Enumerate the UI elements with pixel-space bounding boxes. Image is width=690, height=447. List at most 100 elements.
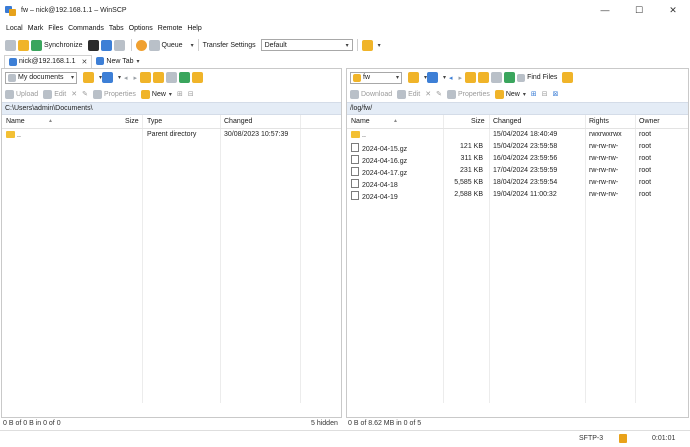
table-row[interactable]: 2024-04-17.gz 231 KB 17/04/2024 23:59:59…	[347, 165, 688, 177]
root-directory-icon[interactable]	[478, 72, 490, 83]
synchronize-icon[interactable]	[31, 39, 42, 51]
tab-session[interactable]: nick@192.168.1.1 ✕	[4, 54, 93, 68]
menu-files[interactable]: Files	[48, 25, 63, 32]
properties-button[interactable]: Properties	[446, 89, 490, 99]
back-icon[interactable]: ◂	[449, 74, 453, 82]
column-rights[interactable]: Rights	[589, 118, 609, 125]
table-row[interactable]: 2024-04-18 5,585 KB 18/04/2024 23:59:54 …	[347, 177, 688, 189]
rename-icon[interactable]: ✎	[82, 90, 88, 98]
local-location-select[interactable]: My documents ▾	[5, 71, 77, 84]
delete-icon[interactable]: ✕	[71, 90, 77, 98]
open-directory-icon[interactable]	[408, 72, 419, 83]
back-icon[interactable]: ◂	[124, 74, 128, 82]
invert-selection-icon[interactable]: ⊠	[553, 90, 559, 98]
transfer-settings-select[interactable]: Default ▾	[260, 39, 353, 51]
putty-icon[interactable]	[100, 39, 112, 51]
close-tab-icon[interactable]: ✕	[82, 58, 88, 66]
column-type[interactable]: Type	[147, 118, 162, 125]
menu-local[interactable]: Local	[6, 25, 23, 32]
preferences-icon[interactable]	[135, 39, 147, 51]
menu-options[interactable]: Options	[129, 25, 153, 32]
menu-mark[interactable]: Mark	[28, 25, 44, 32]
table-row[interactable]: 2024-04-15.gz 121 KB 15/04/2024 23:59:58…	[347, 141, 688, 153]
winscp-icon	[5, 5, 16, 16]
maximize-button[interactable]: ☐	[622, 0, 656, 20]
properties-icon	[93, 89, 102, 99]
find-icon[interactable]	[192, 72, 204, 83]
download-button[interactable]: Download	[350, 89, 392, 99]
chevron-down-icon[interactable]: ▾	[118, 74, 121, 81]
forward-icon[interactable]: ▸	[459, 74, 463, 82]
parent-directory-icon[interactable]	[140, 72, 152, 83]
edit-icon	[397, 89, 407, 99]
forward-icon[interactable]: ▸	[134, 74, 138, 82]
menu-help[interactable]: Help	[187, 25, 201, 32]
filter-icon[interactable]	[427, 72, 439, 83]
column-changed[interactable]: Changed	[493, 118, 521, 125]
new-button[interactable]: New ▾	[140, 89, 172, 99]
home-icon[interactable]	[491, 72, 503, 83]
bookmark-icon[interactable]	[562, 72, 574, 83]
remote-file-list[interactable]: ▲ Name Size Changed Rights Owner .. 15/0…	[347, 115, 688, 403]
chevron-down-icon[interactable]: ▾	[137, 58, 140, 65]
home-icon[interactable]	[166, 72, 178, 83]
chevron-down-icon[interactable]: ▾	[378, 42, 381, 49]
terminal-icon[interactable]	[87, 39, 99, 51]
edit-button[interactable]: Edit	[397, 89, 420, 99]
column-size[interactable]: Size	[125, 118, 139, 125]
filter-icon[interactable]	[102, 72, 114, 83]
rename-icon[interactable]: ✎	[436, 90, 442, 98]
column-owner[interactable]: Owner	[639, 118, 660, 125]
queue-button[interactable]: Queue	[162, 42, 183, 49]
column-name[interactable]: Name	[6, 118, 25, 125]
select-all-icon[interactable]: ⊞	[177, 90, 183, 98]
file-name: 2024-04-17.gz	[362, 170, 408, 177]
edit-button[interactable]: Edit	[43, 89, 66, 99]
find-files-button[interactable]: Find Files	[527, 74, 557, 81]
queue-dropdown-icon[interactable]: ▾	[191, 42, 194, 49]
unselect-icon[interactable]: ⊟	[188, 90, 194, 98]
refresh-icon[interactable]	[504, 72, 516, 83]
transfer-settings-icon[interactable]	[361, 39, 373, 51]
toolbar-divider	[197, 39, 199, 51]
synchronize-button[interactable]: Synchronize	[44, 42, 83, 49]
table-row[interactable]: .. Parent directory 30/08/2023 10:57:39	[2, 129, 341, 141]
compare-directories-icon[interactable]	[18, 39, 29, 51]
refresh-icon[interactable]	[179, 72, 191, 83]
file-name: ..	[362, 132, 366, 139]
file-rights: rw-rw-rw-	[589, 155, 619, 162]
minimize-button[interactable]: —	[588, 0, 622, 20]
column-size[interactable]: Size	[471, 118, 485, 125]
chevron-down-icon[interactable]: ▾	[443, 74, 446, 81]
column-name[interactable]: Name	[351, 118, 370, 125]
close-button[interactable]: ✕	[656, 0, 690, 20]
remote-panel: fw ▾ ▾ ▾ ◂ ▸ Find Files Download Edit ✕ …	[346, 68, 689, 418]
menu-tabs[interactable]: Tabs	[109, 25, 124, 32]
table-row[interactable]: .. 15/04/2024 18:40:49 rwxrwxrwx root	[347, 129, 688, 141]
file-rights: rw-rw-rw-	[589, 167, 619, 174]
parent-directory-icon[interactable]	[465, 72, 477, 83]
menu-commands[interactable]: Commands	[68, 25, 104, 32]
properties-button[interactable]: Properties	[93, 89, 136, 99]
table-row[interactable]: 2024-04-19 2,588 KB 19/04/2024 11:00:32 …	[347, 189, 688, 201]
open-directory-icon[interactable]	[83, 72, 94, 83]
unselect-icon[interactable]: ⊟	[542, 90, 548, 98]
upload-button[interactable]: Upload	[5, 89, 38, 99]
menu-bar: Local Mark Files Commands Tabs Options R…	[0, 21, 690, 36]
local-file-list[interactable]: ▲ Name Size Type Changed .. Parent direc…	[2, 115, 341, 403]
table-row[interactable]: 2024-04-16.gz 311 KB 16/04/2024 23:59:56…	[347, 153, 688, 165]
chevron-down-icon: ▾	[395, 75, 399, 81]
column-changed[interactable]: Changed	[224, 118, 252, 125]
panel-status-bar: 0 B of 0 B in 0 of 0 5 hidden 0 B of 8.6…	[0, 418, 690, 430]
remote-location-value: fw	[363, 74, 370, 81]
root-directory-icon[interactable]	[153, 72, 165, 83]
select-all-icon[interactable]: ⊞	[531, 90, 537, 98]
keep-remote-up-to-date-icon[interactable]	[113, 39, 125, 51]
new-button[interactable]: New ▾	[494, 89, 526, 99]
remote-location-select[interactable]: fw ▾	[350, 71, 402, 84]
console-icon[interactable]	[5, 39, 16, 51]
file-changed: 16/04/2024 23:59:56	[493, 155, 558, 162]
tab-new[interactable]: New Tab ▾	[92, 55, 143, 68]
menu-remote[interactable]: Remote	[158, 25, 183, 32]
delete-icon[interactable]: ✕	[425, 90, 431, 98]
